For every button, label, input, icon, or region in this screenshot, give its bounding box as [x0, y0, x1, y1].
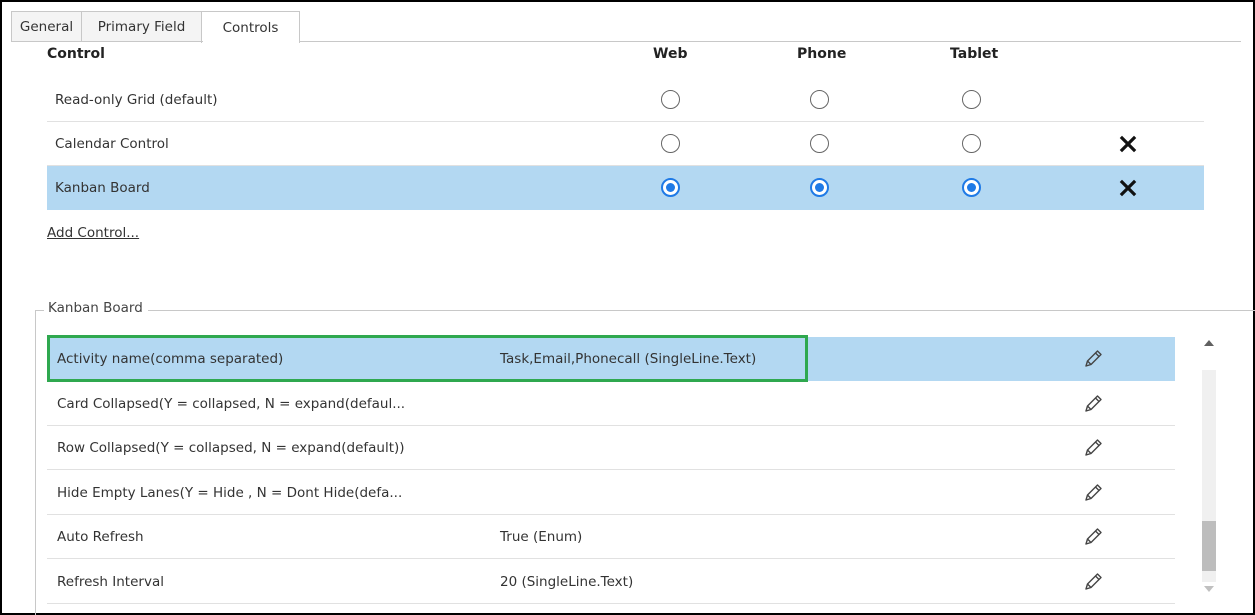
control-name: Calendar Control: [55, 136, 169, 152]
tab-bar: General Primary Field Controls: [11, 11, 300, 43]
control-row[interactable]: Read-only Grid (default): [47, 78, 1204, 122]
property-name: Auto Refresh: [57, 529, 144, 545]
radio-web[interactable]: [661, 90, 680, 109]
radio-phone[interactable]: [810, 90, 829, 109]
property-name: Hide Empty Lanes(Y = Hide , N = Dont Hid…: [57, 485, 403, 501]
column-header-control: Control: [47, 46, 105, 62]
properties-scrollbar[interactable]: [1191, 326, 1227, 608]
scrollbar-thumb[interactable]: [1202, 521, 1216, 571]
property-row[interactable]: Hide Empty Lanes(Y = Hide , N = Dont Hid…: [47, 471, 1175, 515]
property-row[interactable]: Refresh Interval 20 (SingleLine.Text): [47, 560, 1175, 604]
add-control-link[interactable]: Add Control...: [47, 225, 139, 241]
property-row[interactable]: Activity name(comma separated) Task,Email…: [47, 337, 1175, 381]
radio-tablet[interactable]: [962, 134, 981, 153]
column-header-tablet: Tablet: [950, 46, 999, 62]
control-name: Read-only Grid (default): [55, 92, 218, 108]
pencil-icon[interactable]: [1081, 525, 1105, 549]
tab-primary-field[interactable]: Primary Field: [81, 11, 202, 42]
tab-underline: [11, 41, 1241, 42]
tab-general[interactable]: General: [11, 11, 82, 42]
close-x-icon[interactable]: [1116, 132, 1140, 156]
radio-phone[interactable]: [810, 178, 829, 197]
property-row[interactable]: Card Collapsed(Y = collapsed, N = expand…: [47, 382, 1175, 426]
property-name: Row Collapsed(Y = collapsed, N = expand(…: [57, 440, 405, 456]
scroll-up-arrow-icon[interactable]: [1191, 334, 1227, 356]
column-header-web: Web: [653, 46, 688, 62]
tab-controls[interactable]: Controls: [201, 11, 300, 43]
property-row[interactable]: Auto Refresh True (Enum): [47, 515, 1175, 559]
active-tab-gap: [203, 40, 299, 43]
close-x-icon[interactable]: [1116, 176, 1140, 200]
property-value: 20 (SingleLine.Text): [500, 574, 634, 590]
radio-web[interactable]: [661, 178, 680, 197]
pencil-icon[interactable]: [1081, 392, 1105, 416]
column-header-phone: Phone: [797, 46, 847, 62]
radio-tablet[interactable]: [962, 90, 981, 109]
scroll-down-arrow-icon[interactable]: [1191, 578, 1227, 600]
property-value: Task,Email,Phonecall (SingleLine.Text): [500, 351, 757, 367]
pencil-icon[interactable]: [1081, 481, 1105, 505]
controls-grid-header: Control Web Phone Tablet: [47, 46, 1204, 74]
control-row[interactable]: Kanban Board: [47, 166, 1204, 210]
property-name: Refresh Interval: [57, 574, 164, 590]
property-value: True (Enum): [500, 529, 583, 545]
radio-phone[interactable]: [810, 134, 829, 153]
radio-tablet[interactable]: [962, 178, 981, 197]
radio-web[interactable]: [661, 134, 680, 153]
control-name: Kanban Board: [55, 180, 150, 196]
control-row[interactable]: Calendar Control: [47, 122, 1204, 166]
pencil-icon[interactable]: [1081, 436, 1105, 460]
pencil-icon[interactable]: [1081, 347, 1105, 371]
pencil-icon[interactable]: [1081, 570, 1105, 594]
property-name: Activity name(comma separated): [57, 351, 284, 367]
properties-legend: Kanban Board: [44, 300, 148, 316]
dialog-frame: General Primary Field Controls Control W…: [0, 0, 1255, 615]
property-name: Card Collapsed(Y = collapsed, N = expand…: [57, 396, 406, 412]
property-row[interactable]: Row Collapsed(Y = collapsed, N = expand(…: [47, 426, 1175, 470]
